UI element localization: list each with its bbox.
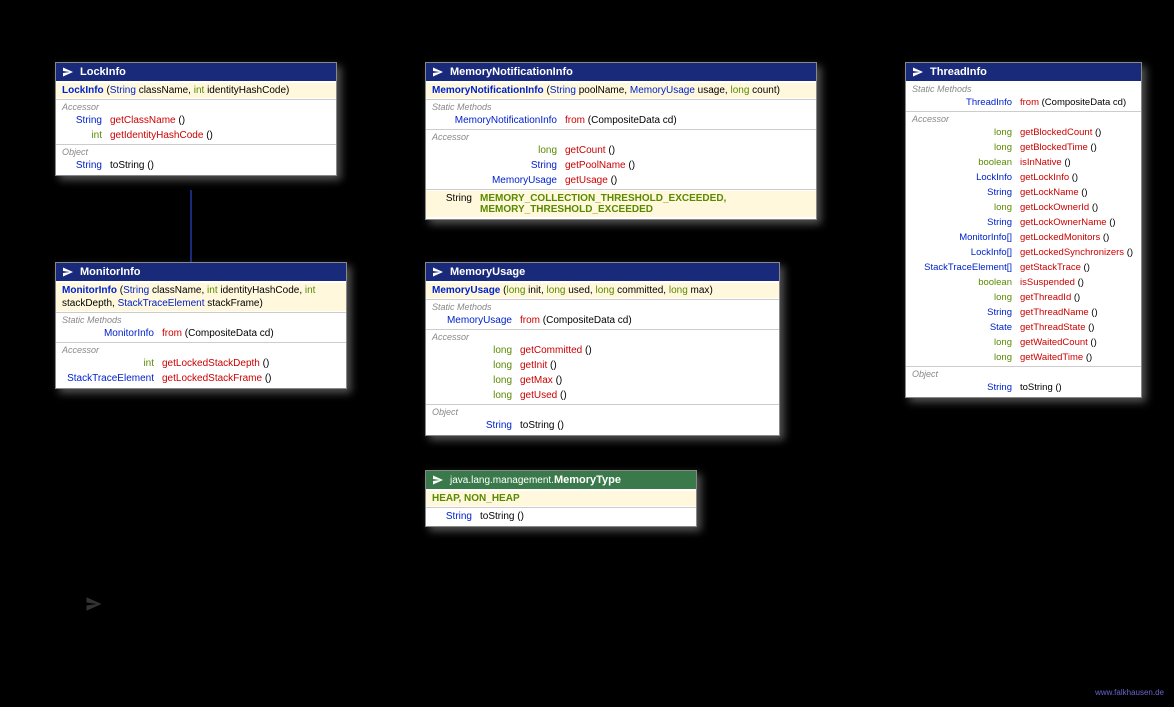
method-row: ThreadInfofrom (CompositeData cd) <box>906 95 1141 110</box>
class-icon <box>432 266 444 278</box>
enum-memorytype: java.lang.management.MemoryType HEAP, NO… <box>425 470 697 527</box>
method-row: MemoryUsagegetUsage () <box>426 173 816 188</box>
method-row: longgetBlockedCount () <box>906 125 1141 140</box>
package-label: java.lang.management <box>85 595 326 619</box>
class-memoryusage: MemoryUsage MemoryUsage (long init, long… <box>425 262 780 436</box>
section-label: Accessor <box>426 131 816 143</box>
method-row: longgetWaitedCount () <box>906 335 1141 350</box>
class-icon <box>912 66 924 78</box>
package-icon <box>85 595 103 619</box>
class-title: LockInfo <box>56 63 336 81</box>
method-row: StategetThreadState () <box>906 320 1141 335</box>
section-label: Object <box>426 406 779 418</box>
class-threadinfo: ThreadInfo Static MethodsThreadInfofrom … <box>905 62 1142 398</box>
method-row: longgetMax () <box>426 373 779 388</box>
method-row: StringtoString () <box>426 509 696 524</box>
class-title: MemoryUsage <box>426 263 779 281</box>
class-name: LockInfo <box>80 66 126 78</box>
constants: StringMEMORY_COLLECTION_THRESHOLD_EXCEED… <box>426 191 816 217</box>
method-row: StringtoString () <box>56 158 336 173</box>
method-row: longgetWaitedTime () <box>906 350 1141 365</box>
constructor: MemoryUsage (long init, long used, long … <box>426 283 779 298</box>
method-row: MemoryUsagefrom (CompositeData cd) <box>426 313 779 328</box>
method-row: longgetCommitted () <box>426 343 779 358</box>
method-row: StackTraceElementgetLockedStackFrame () <box>56 371 346 386</box>
method-row: longgetInit () <box>426 358 779 373</box>
method-row: StringgetPoolName () <box>426 158 816 173</box>
method-row: StringtoString () <box>906 380 1141 395</box>
enum-title: java.lang.management.MemoryType <box>426 471 696 489</box>
method-row: longgetUsed () <box>426 388 779 403</box>
class-icon <box>432 66 444 78</box>
section-label: Accessor <box>906 113 1141 125</box>
method-row: longgetCount () <box>426 143 816 158</box>
method-row: StringgetLockOwnerName () <box>906 215 1141 230</box>
method-row: longgetThreadId () <box>906 290 1141 305</box>
section-label: Static Methods <box>56 314 346 326</box>
class-monitorinfo: MonitorInfo MonitorInfo (String classNam… <box>55 262 347 389</box>
section-label: Static Methods <box>426 301 779 313</box>
class-icon <box>62 66 74 78</box>
enum-values: HEAP, NON_HEAP <box>426 491 696 506</box>
constructor: MemoryNotificationInfo (String poolName,… <box>426 83 816 98</box>
method-row: StackTraceElement[]getStackTrace () <box>906 260 1141 275</box>
method-row: LockInfo[]getLockedSynchronizers () <box>906 245 1141 260</box>
class-icon <box>62 266 74 278</box>
class-title: MemoryNotificationInfo <box>426 63 816 81</box>
class-lockinfo: LockInfo LockInfo (String className, int… <box>55 62 337 176</box>
class-title: ThreadInfo <box>906 63 1141 81</box>
section-label: Static Methods <box>906 83 1141 95</box>
section-label: Accessor <box>56 101 336 113</box>
method-row: booleanisSuspended () <box>906 275 1141 290</box>
section-label: Accessor <box>426 331 779 343</box>
section-label: Accessor <box>56 344 346 356</box>
method-row: intgetLockedStackDepth () <box>56 356 346 371</box>
constructor: LockInfo (String className, int identity… <box>56 83 336 98</box>
method-row: MemoryNotificationInfofrom (CompositeDat… <box>426 113 816 128</box>
method-row: longgetBlockedTime () <box>906 140 1141 155</box>
class-name: MemoryUsage <box>450 266 525 278</box>
method-row: StringgetClassName () <box>56 113 336 128</box>
method-row: intgetIdentityHashCode () <box>56 128 336 143</box>
method-row: MonitorInfofrom (CompositeData cd) <box>56 326 346 341</box>
class-name: MemoryNotificationInfo <box>450 66 573 78</box>
inheritance-connector <box>190 190 192 265</box>
method-row: StringtoString () <box>426 418 779 433</box>
method-row: LockInfogetLockInfo () <box>906 170 1141 185</box>
class-title: MonitorInfo <box>56 263 346 281</box>
method-row: StringgetLockName () <box>906 185 1141 200</box>
class-name: ThreadInfo <box>930 66 987 78</box>
attribution-link[interactable]: www.falkhausen.de <box>1095 688 1164 697</box>
section-label: Object <box>906 368 1141 380</box>
enum-name: MemoryType <box>554 474 621 486</box>
method-row: StringgetThreadName () <box>906 305 1141 320</box>
section-label: Static Methods <box>426 101 816 113</box>
method-row: longgetLockOwnerId () <box>906 200 1141 215</box>
class-memorynotificationinfo: MemoryNotificationInfo MemoryNotificatio… <box>425 62 817 220</box>
class-name: MonitorInfo <box>80 266 140 278</box>
enum-icon <box>432 474 444 486</box>
section-label: Object <box>56 146 336 158</box>
constructor: MonitorInfo (String className, int ident… <box>56 283 346 311</box>
enum-package: java.lang.management. <box>450 475 554 486</box>
method-row: MonitorInfo[]getLockedMonitors () <box>906 230 1141 245</box>
method-row: booleanisInNative () <box>906 155 1141 170</box>
